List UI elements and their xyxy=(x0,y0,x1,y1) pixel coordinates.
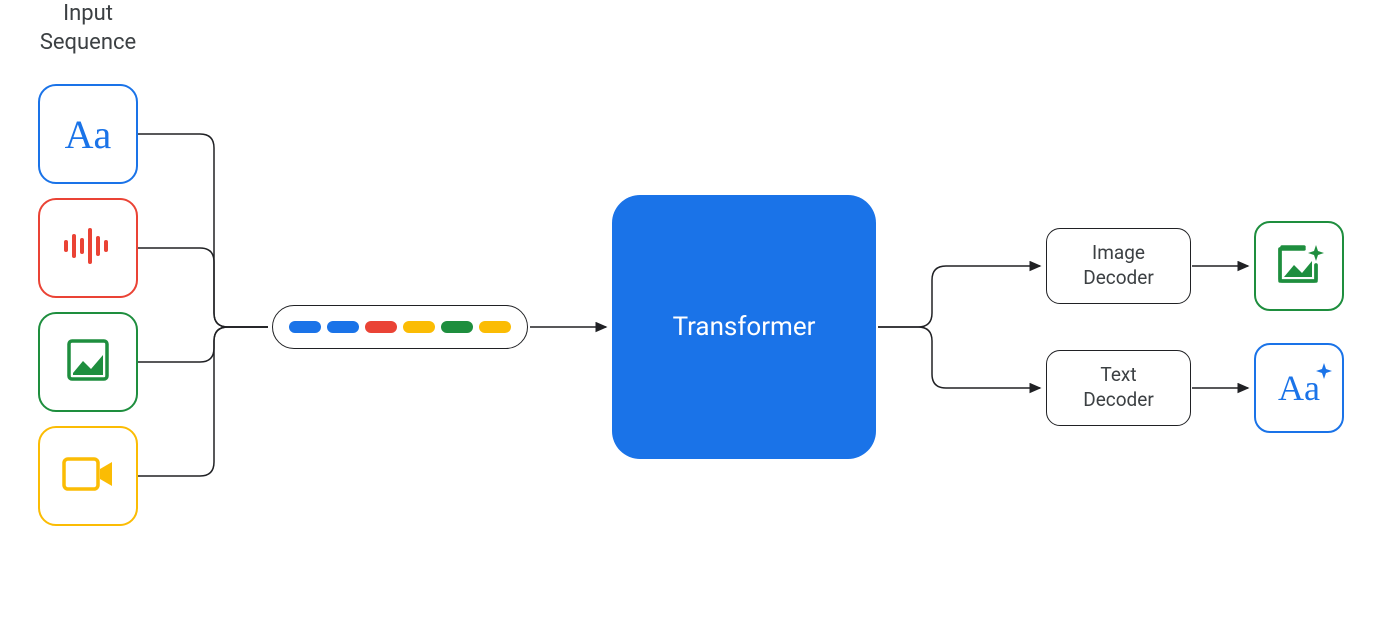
image-sparkle-icon xyxy=(1274,239,1324,293)
diagram-container: Input Sequence Aa xyxy=(0,0,1383,617)
text-icon: Aa xyxy=(65,111,112,158)
input-sequence-label: Input Sequence xyxy=(28,0,148,57)
token-green xyxy=(441,321,473,333)
video-icon xyxy=(61,454,115,498)
token-yellow xyxy=(403,321,435,333)
text-decoder-box: Text Decoder xyxy=(1046,350,1191,426)
token-sequence-capsule xyxy=(272,305,528,349)
transformer-label: Transformer xyxy=(673,312,816,342)
input-image-box xyxy=(38,312,138,412)
transformer-block: Transformer xyxy=(612,195,876,459)
input-video-box xyxy=(38,426,138,526)
token-blue xyxy=(327,321,359,333)
output-text-box: Aa xyxy=(1254,343,1344,433)
image-decoder-label: Image Decoder xyxy=(1083,241,1154,290)
input-audio-box xyxy=(38,198,138,298)
token-blue xyxy=(289,321,321,333)
token-red xyxy=(365,321,397,333)
image-decoder-box: Image Decoder xyxy=(1046,228,1191,304)
output-image-box xyxy=(1254,221,1344,311)
token-yellow xyxy=(479,321,511,333)
input-text-box: Aa xyxy=(38,84,138,184)
text-sparkle-icon: Aa xyxy=(1278,367,1320,409)
audio-wave-icon xyxy=(62,228,114,268)
image-icon xyxy=(65,337,111,387)
text-decoder-label: Text Decoder xyxy=(1083,363,1154,412)
